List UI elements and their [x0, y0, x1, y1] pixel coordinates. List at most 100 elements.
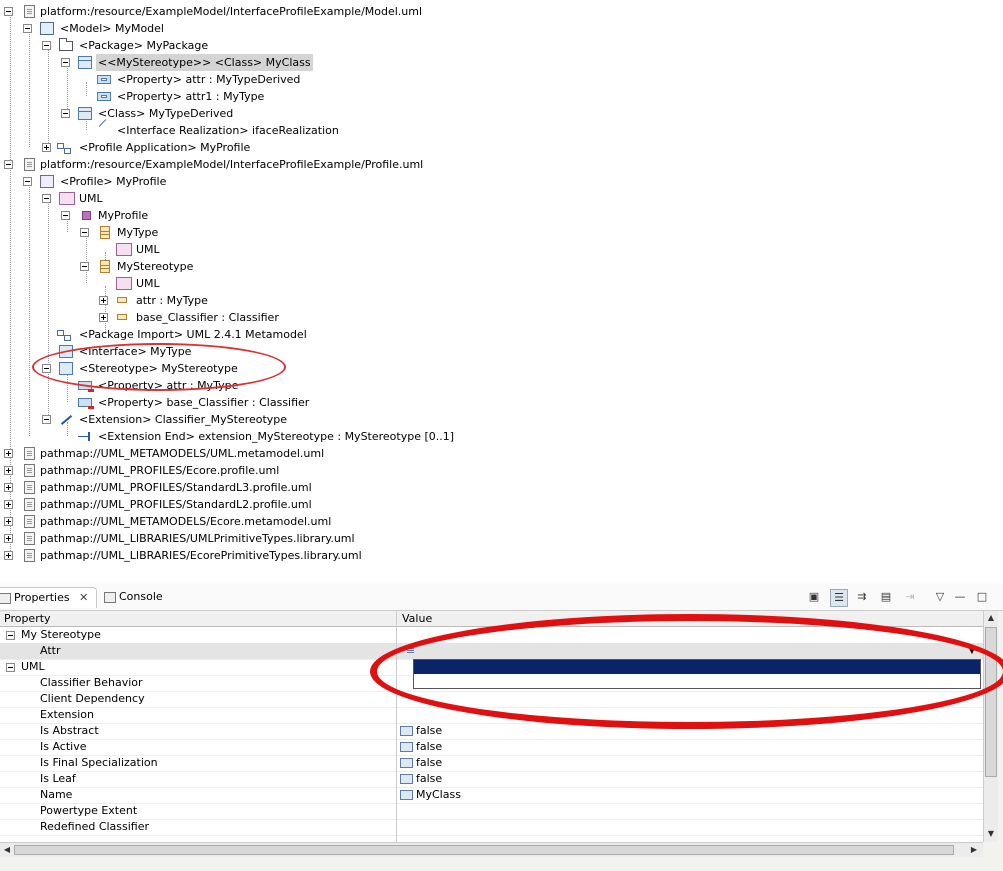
advanced-icon[interactable]: ▤ — [878, 589, 894, 605]
collapse-toggle[interactable] — [4, 7, 13, 16]
tree-node-label: <Property> base_Classifier : Classifier — [98, 396, 310, 409]
property-icon — [97, 75, 111, 84]
collapse-toggle[interactable] — [42, 194, 51, 203]
horizontal-scrollbar[interactable]: ◀ ▶ — [0, 842, 983, 857]
property-value[interactable]: false — [400, 723, 442, 739]
grid-row[interactable]: Is Abstract false — [0, 723, 983, 740]
uml-annotation-icon — [116, 277, 132, 290]
tree-node-label: UML — [136, 277, 160, 290]
attribute-icon — [116, 311, 130, 324]
collapse-toggle[interactable] — [23, 177, 32, 186]
property-name: Is Active — [40, 740, 87, 753]
class-icon — [78, 56, 92, 69]
uml-annotation-icon — [116, 243, 132, 256]
expand-toggle[interactable] — [4, 483, 13, 492]
collapse-toggle[interactable] — [4, 160, 13, 169]
column-header-value[interactable]: Value — [398, 611, 432, 626]
minimize-icon[interactable]: — — [952, 589, 968, 605]
boolean-icon — [400, 774, 413, 784]
expand-toggle[interactable] — [4, 517, 13, 526]
property-value[interactable]: false — [400, 755, 442, 771]
collapse-toggle[interactable] — [61, 211, 70, 220]
expand-toggle[interactable] — [99, 313, 108, 322]
view-menu-icon[interactable]: ▽ — [932, 589, 948, 605]
scroll-right-icon[interactable]: ▶ — [968, 844, 980, 856]
collapse-toggle[interactable] — [61, 58, 70, 67]
console-icon — [104, 591, 116, 603]
maximize-icon[interactable]: □ — [974, 589, 990, 605]
collapse-toggle[interactable] — [80, 228, 89, 237]
tree-node-label: pathmap://UML_LIBRARIES/EcorePrimitiveTy… — [40, 549, 362, 562]
expand-toggle[interactable] — [4, 534, 13, 543]
pin-icon[interactable]: ▣ — [806, 589, 822, 605]
tab-properties[interactable]: Properties ✕ — [0, 587, 98, 608]
collapse-toggle[interactable] — [80, 262, 89, 271]
file-icon — [24, 532, 35, 545]
model-explorer-tree: platform:/resource/ExampleModel/Interfac… — [0, 0, 1003, 574]
collapse-toggle[interactable] — [42, 41, 51, 50]
property-value[interactable]: false — [400, 739, 442, 755]
value-text: MyClass — [416, 788, 461, 801]
value-text: false — [416, 740, 443, 753]
horizontal-scroll-thumb[interactable] — [14, 845, 954, 855]
filter-icon[interactable]: ⇉ — [854, 589, 870, 605]
close-icon[interactable]: ✕ — [79, 591, 88, 604]
collapse-toggle[interactable] — [61, 109, 70, 118]
grid-row[interactable]: Is Active false — [0, 739, 983, 756]
scroll-left-icon[interactable]: ◀ — [1, 844, 13, 856]
interface-realization-icon — [97, 124, 111, 137]
profile-application-icon — [57, 141, 71, 154]
collapse-toggle[interactable] — [23, 24, 32, 33]
file-icon — [24, 447, 35, 460]
expand-toggle[interactable] — [4, 500, 13, 509]
property-name: Extension — [40, 708, 95, 721]
model-icon — [40, 22, 54, 35]
extension-icon — [59, 413, 73, 426]
tree-node-label: <Property> attr : MyTypeDerived — [117, 73, 301, 86]
tree-node-label: <Property> attr1 : MyType — [117, 90, 265, 103]
property-value[interactable]: MyClass — [400, 787, 461, 803]
property-name: Classifier Behavior — [40, 676, 143, 689]
value-text: false — [416, 756, 443, 769]
column-header-property[interactable]: Property — [0, 611, 51, 626]
vertical-scrollbar[interactable]: ▲ ▼ — [983, 611, 998, 842]
scroll-down-icon[interactable]: ▼ — [985, 828, 997, 840]
boolean-icon — [400, 758, 413, 768]
tree-node-label: MyProfile — [98, 209, 149, 222]
scroll-up-icon[interactable]: ▲ — [985, 612, 997, 624]
expand-toggle[interactable] — [4, 551, 13, 560]
grid-row[interactable]: Powertype Extent — [0, 803, 983, 820]
value-text: false — [416, 724, 443, 737]
expand-toggle[interactable] — [42, 143, 51, 152]
expand-toggle[interactable] — [99, 296, 108, 305]
package-icon — [59, 38, 73, 51]
grid-row[interactable]: Is Leaf false — [0, 771, 983, 788]
property-name: Client Dependency — [40, 692, 145, 705]
tree-node-label: <Class> MyTypeDerived — [98, 107, 234, 120]
column-divider[interactable] — [396, 611, 397, 842]
collapse-toggle[interactable] — [42, 415, 51, 424]
collapse-toggle[interactable] — [6, 663, 15, 672]
tree-node-label: <Model> MyModel — [60, 22, 164, 35]
class-icon — [78, 107, 92, 120]
property-name: Is Leaf — [40, 772, 76, 785]
expand-toggle[interactable] — [4, 466, 13, 475]
view-tab-bar: Properties ✕ Console ▣ ☰ ⇉ ▤ ⇥ ▽ — □ — [0, 583, 1003, 611]
grid-row[interactable]: Redefined Classifier — [0, 819, 983, 836]
collapse-toggle[interactable] — [6, 631, 15, 640]
categories-icon[interactable]: ☰ — [830, 589, 848, 607]
file-icon — [24, 5, 35, 18]
tree-node-label: platform:/resource/ExampleModel/Interfac… — [40, 5, 423, 18]
tree-node-label: UML — [136, 243, 160, 256]
grid-row[interactable]: Name MyClass — [0, 787, 983, 804]
tab-console[interactable]: Console — [100, 587, 171, 607]
tree-node-label: pathmap://UML_PROFILES/Ecore.profile.uml — [40, 464, 280, 477]
property-value[interactable]: false — [400, 771, 442, 787]
tree-node-label: <Extension> Classifier_MyStereotype — [79, 413, 288, 426]
properties-icon — [0, 592, 11, 604]
grid-row[interactable]: Is Final Specialization false — [0, 755, 983, 772]
restore-default-icon[interactable]: ⇥ — [902, 589, 918, 605]
expand-toggle[interactable] — [4, 449, 13, 458]
property-icon — [97, 92, 111, 101]
property-name: Attr — [40, 644, 61, 657]
